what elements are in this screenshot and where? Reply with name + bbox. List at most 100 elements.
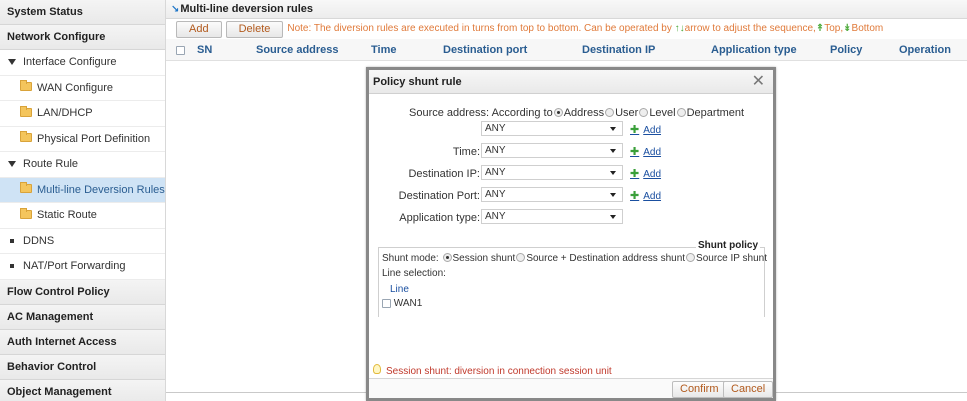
hint-text: Session shunt: diversion in connection s… bbox=[373, 364, 612, 377]
radio-level[interactable] bbox=[639, 107, 649, 117]
expand-triangle-icon bbox=[8, 161, 16, 168]
sidebar-item-label: DDNS bbox=[23, 234, 55, 247]
destination-port-row: Destination Port: ANY ✚ Add bbox=[369, 187, 773, 205]
sidebar-section-flow-control-policy[interactable]: Flow Control Policy bbox=[0, 279, 165, 305]
table-header: SN Source address Time Destination port … bbox=[166, 39, 967, 61]
sidebar-section-auth-internet-access[interactable]: Auth Internet Access bbox=[0, 329, 165, 355]
add-link-label: Add bbox=[643, 191, 662, 202]
application-type-label: Application type: bbox=[399, 212, 480, 224]
shunt-mode-row: Shunt mode: Session shunt Source + Destin… bbox=[382, 252, 768, 264]
add-link-label: Add bbox=[643, 147, 662, 158]
folder-icon bbox=[20, 80, 32, 92]
title-arrow-icon: ↘ bbox=[171, 4, 180, 15]
sidebar-item-lan-dhcp[interactable]: LAN/DHCP bbox=[0, 101, 165, 127]
bottom-icon: ↡ bbox=[843, 23, 852, 35]
sidebar-item-wan-configure[interactable]: WAN Configure bbox=[0, 75, 165, 101]
sidebar-section-system-status[interactable]: System Status bbox=[0, 0, 165, 25]
time-value: ANY bbox=[485, 145, 506, 156]
wan1-label: WAN1 bbox=[393, 298, 423, 309]
add-link-label: Add bbox=[643, 125, 662, 136]
destination-port-add-link[interactable]: ✚ Add bbox=[630, 187, 661, 206]
radio-address-label: Address bbox=[563, 107, 605, 119]
sidebar-item-label: Multi-line Deversion Rules bbox=[37, 183, 165, 196]
radio-user-label: User bbox=[615, 107, 639, 119]
radio-session-shunt[interactable] bbox=[442, 252, 452, 262]
add-link-label: Add bbox=[643, 169, 662, 180]
page-title: Multi-line deversion rules bbox=[180, 3, 314, 15]
sidebar-section-ac-management[interactable]: AC Management bbox=[0, 304, 165, 330]
radio-source-ip-shunt-label: Source IP shunt bbox=[696, 253, 768, 264]
wan1-checkbox[interactable] bbox=[382, 298, 391, 308]
dialog-title: Policy shunt rule bbox=[373, 76, 462, 88]
column-destination-port: Destination port bbox=[443, 44, 528, 56]
folder-icon bbox=[20, 182, 32, 194]
column-application-type: Application type bbox=[711, 44, 797, 56]
chevron-down-icon bbox=[610, 171, 616, 175]
shunt-policy-group: Shunt policy Shunt mode: Session shunt So… bbox=[378, 240, 768, 317]
radio-user[interactable] bbox=[605, 107, 615, 117]
destination-ip-value: ANY bbox=[485, 167, 506, 178]
application-type-select[interactable]: ANY bbox=[481, 209, 623, 224]
note-prefix: Note: The diversion rules are executed i… bbox=[287, 23, 672, 35]
sidebar-item-label: Static Route bbox=[37, 209, 97, 221]
sidebar-item-physical-port-definition[interactable]: Physical Port Definition bbox=[0, 126, 165, 152]
radio-address[interactable] bbox=[553, 107, 563, 117]
radio-source-ip-shunt[interactable] bbox=[686, 252, 696, 262]
plus-icon: ✚ bbox=[630, 190, 640, 202]
sidebar-item-nat-port-forwarding[interactable]: NAT/Port Forwarding bbox=[0, 254, 165, 280]
sidebar-section-behavior-control[interactable]: Behavior Control bbox=[0, 354, 165, 380]
column-sn: SN bbox=[197, 44, 213, 56]
folder-icon bbox=[20, 207, 32, 219]
bullet-icon bbox=[10, 264, 14, 269]
according-to-label: According to bbox=[491, 107, 553, 119]
plus-icon: ✚ bbox=[630, 146, 640, 158]
sidebar-item-label: WAN Configure bbox=[37, 81, 114, 94]
line-row-wan1[interactable]: WAN1 bbox=[382, 298, 422, 309]
destination-ip-row: Destination IP: ANY ✚ Add bbox=[369, 165, 773, 183]
column-destination-ip: Destination IP bbox=[582, 44, 656, 56]
source-address-value: ANY bbox=[485, 123, 506, 134]
column-policy: Policy bbox=[830, 44, 863, 56]
cancel-button[interactable]: Cancel bbox=[723, 381, 774, 398]
application-type-value: ANY bbox=[485, 211, 506, 222]
time-add-link[interactable]: ✚ Add bbox=[630, 143, 661, 162]
destination-ip-add-link[interactable]: ✚ Add bbox=[630, 165, 661, 184]
destination-port-select[interactable]: ANY bbox=[481, 187, 623, 202]
line-column-header: Line bbox=[390, 284, 409, 295]
sidebar-section-object-management[interactable]: Object Management bbox=[0, 379, 165, 401]
add-button[interactable]: Add bbox=[176, 20, 222, 38]
source-address-radios: Source address: According to Address User L… bbox=[409, 104, 744, 122]
plus-icon: ✚ bbox=[630, 124, 640, 136]
line-selection-label: Line selection: bbox=[382, 268, 446, 279]
sidebar-section-network-configure[interactable]: Network Configure bbox=[0, 25, 165, 50]
radio-source-destination-shunt[interactable] bbox=[516, 252, 526, 262]
sidebar-item-static-route[interactable]: Static Route bbox=[0, 203, 165, 229]
top-icon: ↟ bbox=[815, 23, 825, 35]
sidebar-group-route-rule[interactable]: Route Rule bbox=[0, 152, 165, 178]
delete-button[interactable]: Delete bbox=[225, 20, 284, 38]
select-all-checkbox[interactable] bbox=[176, 39, 185, 61]
source-address-row: Source address: According to Address User L… bbox=[369, 104, 773, 122]
sidebar-item-multi-line-deversion-rules[interactable]: Multi-line Deversion Rules bbox=[0, 177, 165, 203]
close-icon[interactable]: ✕ bbox=[752, 70, 765, 94]
sidebar-item-ddns[interactable]: DDNS bbox=[0, 228, 165, 254]
sidebar-group-interface-configure[interactable]: Interface Configure bbox=[0, 50, 165, 76]
confirm-button[interactable]: Confirm bbox=[672, 381, 727, 398]
time-select[interactable]: ANY bbox=[481, 143, 623, 158]
source-address-label: Source address: bbox=[409, 107, 490, 119]
plus-icon: ✚ bbox=[630, 168, 640, 180]
shunt-mode-label: Shunt mode: bbox=[382, 253, 439, 264]
radio-department[interactable] bbox=[676, 107, 686, 117]
time-row: Time: ANY ✚ Add bbox=[369, 143, 773, 161]
radio-source-destination-shunt-label: Source + Destination address shunt bbox=[526, 253, 686, 264]
sequence-note: Note: The diversion rules are executed i… bbox=[287, 23, 883, 34]
source-address-add-link[interactable]: ✚ Add bbox=[630, 121, 661, 140]
source-address-select[interactable]: ANY bbox=[481, 121, 623, 136]
toolbar: Add Delete Note: The diversion rules are e… bbox=[166, 19, 967, 39]
destination-ip-select[interactable]: ANY bbox=[481, 165, 623, 180]
sidebar-group-label: Interface Configure bbox=[23, 56, 117, 68]
destination-port-value: ANY bbox=[485, 189, 506, 200]
destination-port-label: Destination Port: bbox=[398, 190, 480, 202]
sidebar-item-label: Physical Port Definition bbox=[37, 132, 151, 145]
time-label: Time: bbox=[452, 146, 480, 158]
